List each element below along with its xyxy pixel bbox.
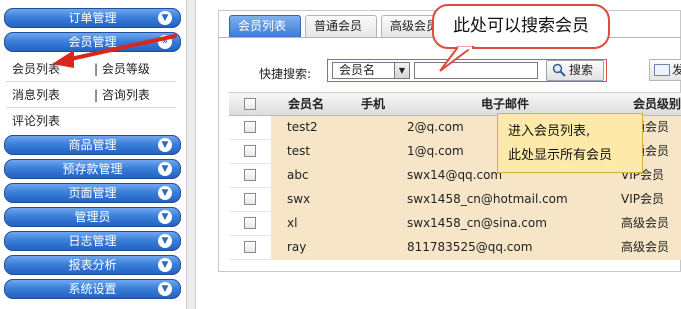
table-row[interactable]: ray 811783525@qq.com 高级会员 (229, 236, 681, 260)
search-button-label: 搜索 (569, 63, 594, 77)
annotation-arrow (52, 34, 177, 68)
menu-system-settings[interactable]: 系统设置 ▼ (4, 279, 181, 299)
callout-note: 进入会员列表, 此处显示所有会员 (497, 113, 643, 173)
cell-phone (341, 140, 405, 164)
menu-report-analysis[interactable]: 报表分析 ▼ (4, 255, 181, 275)
select-all-checkbox[interactable] (244, 97, 256, 110)
callout-note-line1: 进入会员列表, (508, 124, 591, 139)
cell-email: swx1458_cn@sina.com (405, 212, 605, 236)
admin-window: 订单管理 ▼ 会员管理 » 会员列表 | 会员等级 消息列表 | 咨询列表 评论… (0, 0, 681, 309)
menu-label: 订单管理 (68, 11, 117, 25)
row-checkbox-cell (229, 188, 271, 212)
submenu-consult-list[interactable]: | 咨询列表 (94, 86, 150, 103)
chevron-down-icon: ▼ (158, 282, 172, 296)
select-all-cell (229, 93, 271, 117)
menu-label: 日志管理 (68, 234, 117, 248)
header-name[interactable]: 会员名 (271, 93, 341, 117)
chevron-down-icon: ▼ (158, 258, 172, 272)
envelope-icon (654, 64, 670, 76)
callout-bubble: 此处可以搜索会员 (432, 4, 610, 49)
tab-member-list[interactable]: 会员列表 (229, 15, 301, 37)
chevron-down-icon: ▼ (158, 138, 172, 152)
row-checkbox[interactable] (244, 216, 256, 229)
cell-phone (341, 116, 405, 140)
menu-administrator[interactable]: 管理员 ▼ (4, 207, 181, 227)
row-checkbox[interactable] (244, 120, 256, 133)
cell-name: swx (271, 188, 341, 212)
menu-log-management[interactable]: 日志管理 ▼ (4, 231, 181, 251)
cell-name: ray (271, 236, 341, 260)
cell-phone (341, 212, 405, 236)
menu-label: 商品管理 (68, 138, 117, 152)
search-field-select[interactable]: 会员名 ▼ (332, 62, 410, 79)
cell-phone (341, 164, 405, 188)
callout-tail (439, 46, 475, 72)
chevron-down-icon: ▼ (158, 11, 172, 25)
menu-label: 管理员 (74, 210, 111, 224)
menu-label: 预存款管理 (62, 162, 123, 176)
submenu-comment-list[interactable]: 评论列表 (12, 112, 60, 129)
row-checkbox-cell (229, 116, 271, 140)
chevron-down-icon: ▼ (158, 186, 172, 200)
menu-order-management[interactable]: 订单管理 ▼ (4, 8, 181, 28)
divider (6, 81, 176, 82)
cell-level: 高级会员 (605, 236, 681, 260)
row-checkbox-cell (229, 140, 271, 164)
send-email-button[interactable]: 发邮 (649, 59, 681, 81)
magnifier-icon (552, 63, 566, 77)
table-row[interactable]: swx swx1458_cn@hotmail.com VIP会员 (229, 188, 681, 212)
row-checkbox[interactable] (244, 144, 256, 157)
splitter-bar[interactable] (186, 0, 196, 309)
send-email-label: 发邮 (672, 63, 681, 77)
row-checkbox-cell (229, 236, 271, 260)
cell-name: xl (271, 212, 341, 236)
row-checkbox[interactable] (244, 192, 256, 205)
cell-name: test (271, 140, 341, 164)
submenu-message-list[interactable]: 消息列表 (12, 86, 60, 103)
row-checkbox-cell (229, 212, 271, 236)
cell-level: 高级会员 (605, 212, 681, 236)
cell-name: test2 (271, 116, 341, 140)
search-label: 快捷搜索: (259, 67, 312, 81)
cell-level: VIP会员 (605, 188, 681, 212)
row-checkbox[interactable] (244, 168, 256, 181)
row-checkbox-cell (229, 164, 271, 188)
table-row[interactable]: xl swx1458_cn@sina.com 高级会员 (229, 212, 681, 236)
cell-phone (341, 236, 405, 260)
cell-phone (341, 188, 405, 212)
menu-label: 报表分析 (68, 258, 117, 272)
divider (6, 107, 176, 108)
menu-label: 系统设置 (68, 282, 117, 296)
chevron-down-icon: ▼ (158, 234, 172, 248)
header-phone[interactable]: 手机 (341, 93, 405, 117)
callout-note-line2: 此处显示所有会员 (508, 148, 613, 163)
select-value: 会员名 (339, 63, 376, 77)
search-button[interactable]: 搜索 (546, 60, 604, 81)
menu-product-management[interactable]: 商品管理 ▼ (4, 135, 181, 155)
cell-email: 811783525@qq.com (405, 236, 605, 260)
chevron-down-icon: ▼ (158, 162, 172, 176)
dropdown-arrow-icon: ▼ (394, 63, 409, 78)
menu-label: 页面管理 (68, 186, 117, 200)
cell-email: swx1458_cn@hotmail.com (405, 188, 605, 212)
tab-regular-member[interactable]: 普通会员 (305, 15, 377, 37)
menu-deposit-management[interactable]: 预存款管理 ▼ (4, 159, 181, 179)
chevron-down-icon: ▼ (158, 210, 172, 224)
cell-name: abc (271, 164, 341, 188)
row-checkbox[interactable] (244, 240, 256, 253)
menu-page-management[interactable]: 页面管理 ▼ (4, 183, 181, 203)
callout-bubble-text: 此处可以搜索会员 (453, 16, 589, 36)
